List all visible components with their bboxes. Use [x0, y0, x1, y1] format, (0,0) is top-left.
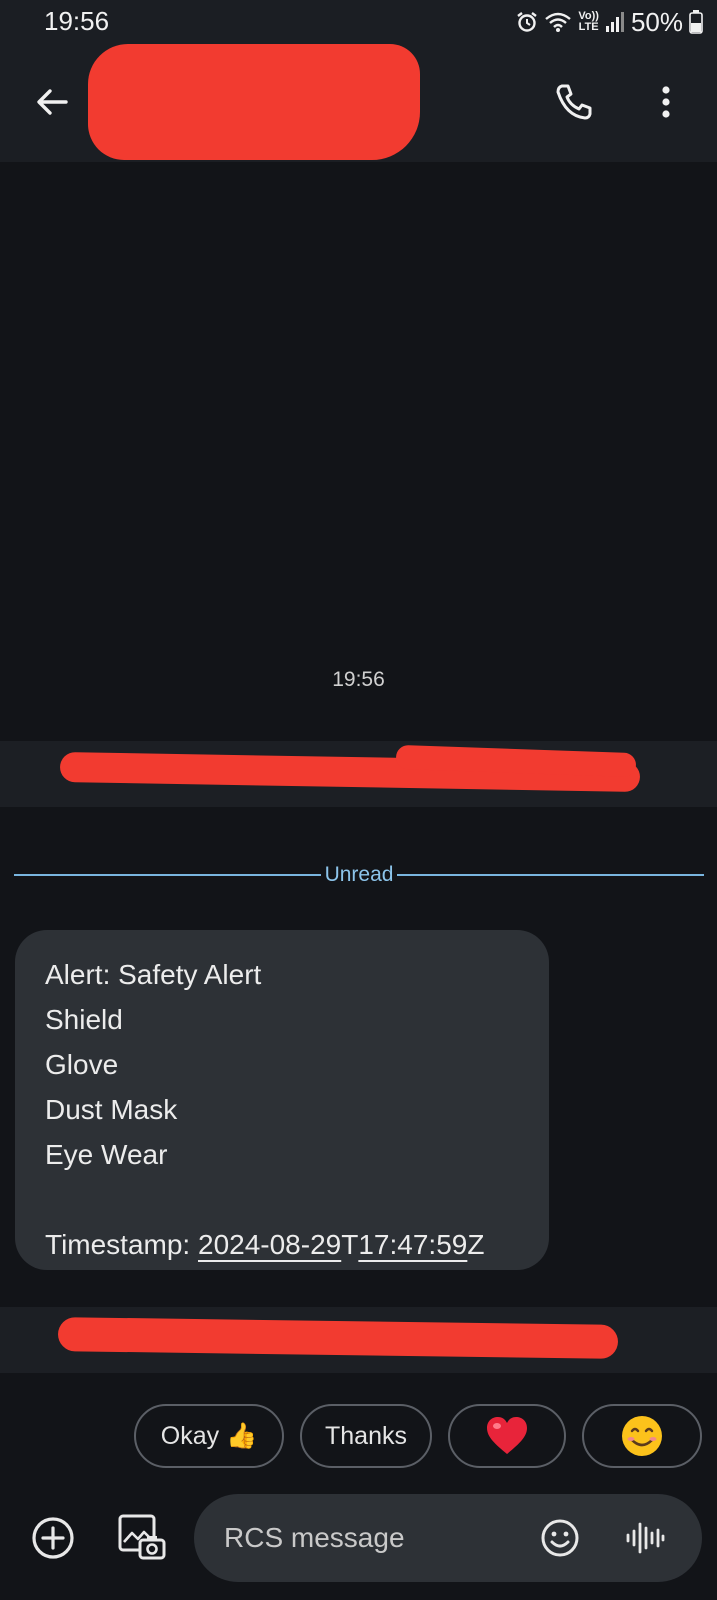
message-line: Dust Mask: [45, 1094, 178, 1125]
redacted-banner: [0, 741, 717, 807]
thumbs-up-icon: 👍: [226, 1421, 258, 1450]
more-vert-icon[interactable]: [644, 80, 688, 124]
back-arrow-icon[interactable]: [30, 80, 74, 124]
battery-icon: [689, 10, 703, 34]
redacted-banner: [0, 1307, 717, 1373]
message-line: [45, 1177, 519, 1222]
smiling-face-icon: [622, 1416, 662, 1456]
message-input[interactable]: [224, 1514, 504, 1562]
unread-divider: Unread: [14, 862, 705, 888]
reply-chip-thanks[interactable]: Thanks: [300, 1404, 432, 1468]
unread-label: Unread: [324, 863, 394, 886]
message-line: Glove: [45, 1049, 119, 1080]
timestamp-prefix: Timestamp:: [45, 1229, 198, 1260]
reply-chip-okay[interactable]: Okay 👍: [134, 1404, 284, 1468]
status-time: 19:56: [44, 6, 110, 36]
app-bar: [0, 44, 717, 162]
message-bubble[interactable]: Alert: Safety Alert Shield Glove Dust Ma…: [15, 930, 549, 1270]
message-line: Alert: Safety Alert: [45, 959, 262, 990]
chip-label: Okay: [160, 1421, 220, 1450]
status-bar: 19:56 Vo)) LTE 50%: [0, 0, 717, 44]
timestamp-separator: T: [341, 1229, 359, 1260]
status-icons: Vo)) LTE 50%: [516, 6, 703, 38]
signal-icon: [605, 12, 624, 32]
divider-line: [14, 874, 321, 876]
conversation[interactable]: 19:56 Unread Alert: Safety Alert Shield …: [0, 162, 717, 1392]
chip-label: Thanks: [325, 1421, 407, 1450]
timestamp-line: Timestamp: 2024-08-29T17:47:59Z: [45, 1222, 519, 1267]
composer: [0, 1494, 717, 1584]
redaction-scribble: [57, 1317, 619, 1359]
smart-replies: Okay 👍 Thanks: [0, 1404, 717, 1468]
emoji-icon[interactable]: [538, 1516, 582, 1560]
voice-icon[interactable]: [622, 1516, 666, 1560]
add-circle-icon[interactable]: [29, 1514, 77, 1562]
message-line: Eye Wear: [45, 1139, 168, 1170]
wifi-icon: [545, 12, 572, 32]
phone-icon[interactable]: [552, 80, 596, 124]
divider-line: [397, 874, 705, 876]
date-link[interactable]: 2024-08-29: [198, 1229, 341, 1260]
timestamp-suffix: Z: [467, 1229, 485, 1260]
message-timestamp: 19:56: [332, 668, 385, 691]
time-link[interactable]: 17:47:59: [358, 1229, 467, 1260]
redacted-contact-name: [88, 44, 420, 160]
reply-chip-heart[interactable]: [448, 1404, 566, 1468]
battery-percent: 50%: [630, 6, 683, 37]
message-line: Shield: [45, 1004, 123, 1035]
heart-icon: [487, 1417, 527, 1454]
network-type: Vo)) LTE: [578, 11, 599, 33]
reply-chip-smile[interactable]: [582, 1404, 702, 1468]
alarm-icon: [517, 12, 538, 32]
message-input-container[interactable]: [194, 1494, 702, 1582]
lte-label: LTE: [578, 21, 599, 33]
gallery-icon[interactable]: [116, 1512, 168, 1564]
